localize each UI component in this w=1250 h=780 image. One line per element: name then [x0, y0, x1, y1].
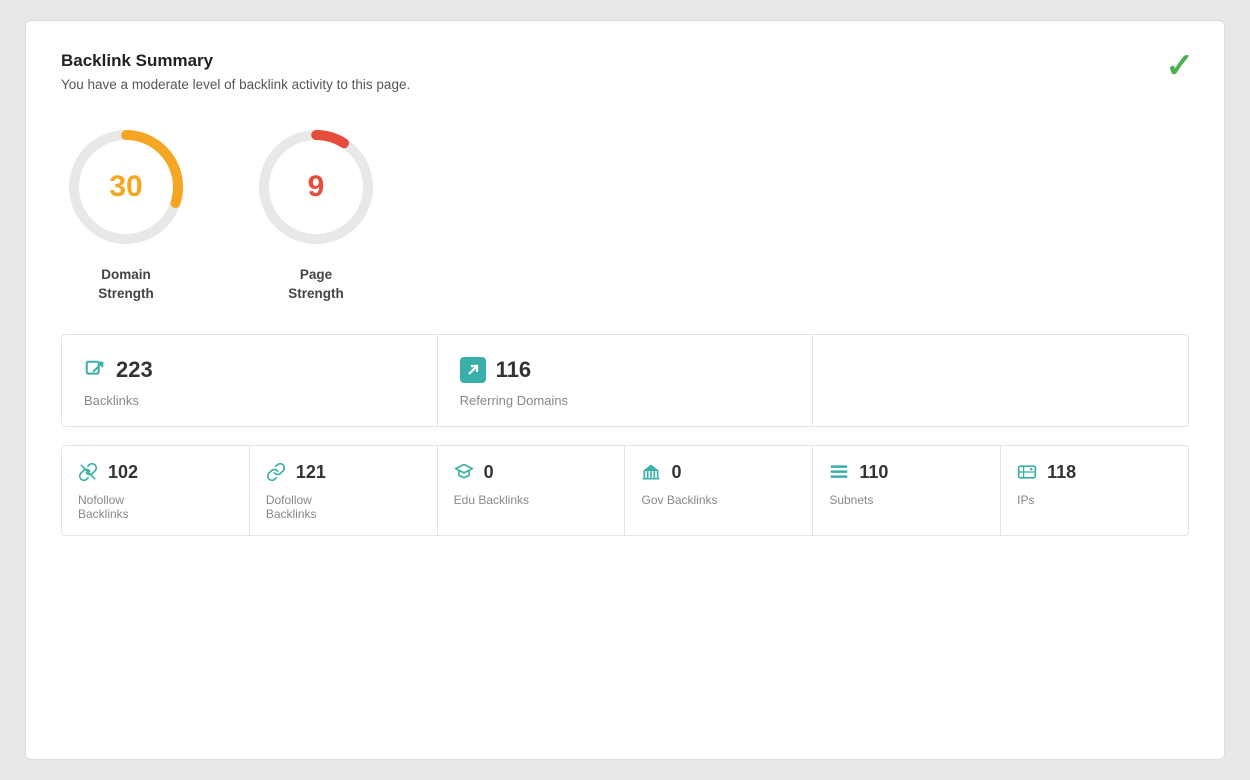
gov-number: 0 — [671, 462, 681, 483]
edu-cell[interactable]: 0 Edu Backlinks — [438, 446, 626, 535]
subnets-icon — [829, 462, 849, 482]
page-strength-gauge: 9 PageStrength — [251, 122, 381, 304]
ips-top: 118 — [1017, 462, 1172, 483]
ips-icon — [1017, 462, 1037, 482]
dofollow-top: 121 — [266, 462, 421, 483]
page-strength-value: 9 — [308, 170, 325, 204]
nofollow-number: 102 — [108, 462, 138, 483]
edu-number: 0 — [484, 462, 494, 483]
status-checkmark-icon: ✓ — [1166, 46, 1195, 86]
domain-strength-gauge: 30 DomainStrength — [61, 122, 191, 304]
gov-label: Gov Backlinks — [641, 493, 796, 507]
edu-label: Edu Backlinks — [454, 493, 609, 507]
dofollow-label: DofollowBacklinks — [266, 493, 421, 521]
ips-label: IPs — [1017, 493, 1172, 507]
domain-strength-dial: 30 — [61, 122, 191, 252]
ips-cell[interactable]: 118 IPs — [1001, 446, 1188, 535]
edu-top: 0 — [454, 462, 609, 483]
subnets-top: 110 — [829, 462, 984, 483]
subnets-label: Subnets — [829, 493, 984, 507]
external-link-icon — [84, 359, 106, 381]
page-strength-label: PageStrength — [288, 266, 344, 304]
nofollow-label: NofollowBacklinks — [78, 493, 233, 521]
domain-strength-label: DomainStrength — [98, 266, 154, 304]
backlinks-cell[interactable]: 223 Backlinks — [62, 335, 438, 426]
gov-cell[interactable]: 0 Gov Backlinks — [625, 446, 813, 535]
dofollow-number: 121 — [296, 462, 326, 483]
dofollow-icon — [266, 462, 286, 482]
ips-number: 118 — [1047, 462, 1076, 483]
referring-domains-top: 116 — [460, 357, 791, 383]
backlinks-top: 223 — [84, 357, 415, 383]
backlinks-number: 223 — [116, 357, 153, 383]
referring-domains-number: 116 — [496, 357, 532, 383]
nofollow-cell[interactable]: 102 NofollowBacklinks — [62, 446, 250, 535]
referring-domains-label: Referring Domains — [460, 393, 791, 408]
gauges-row: 30 DomainStrength 9 PageStrength — [61, 122, 1189, 304]
page-subtitle: You have a moderate level of backlink ac… — [61, 77, 1189, 92]
empty-cell — [813, 335, 1188, 426]
referring-domains-cell[interactable]: 116 Referring Domains — [438, 335, 814, 426]
gov-icon — [641, 462, 661, 482]
backlink-summary-card: ✓ Backlink Summary You have a moderate l… — [25, 20, 1225, 760]
page-strength-dial: 9 — [251, 122, 381, 252]
edu-icon — [454, 462, 474, 482]
subnets-number: 110 — [859, 462, 888, 483]
referring-domains-icon — [460, 357, 486, 383]
dofollow-cell[interactable]: 121 DofollowBacklinks — [250, 446, 438, 535]
nofollow-top: 102 — [78, 462, 233, 483]
secondary-stats-row: 102 NofollowBacklinks 121 DofollowBackli… — [61, 445, 1189, 536]
subnets-cell[interactable]: 110 Subnets — [813, 446, 1001, 535]
backlinks-label: Backlinks — [84, 393, 415, 408]
page-title: Backlink Summary — [61, 51, 1189, 71]
domain-strength-value: 30 — [109, 170, 142, 204]
main-stats-row: 223 Backlinks 116 Referring Domains — [61, 334, 1189, 427]
nofollow-icon — [78, 462, 98, 482]
gov-top: 0 — [641, 462, 796, 483]
